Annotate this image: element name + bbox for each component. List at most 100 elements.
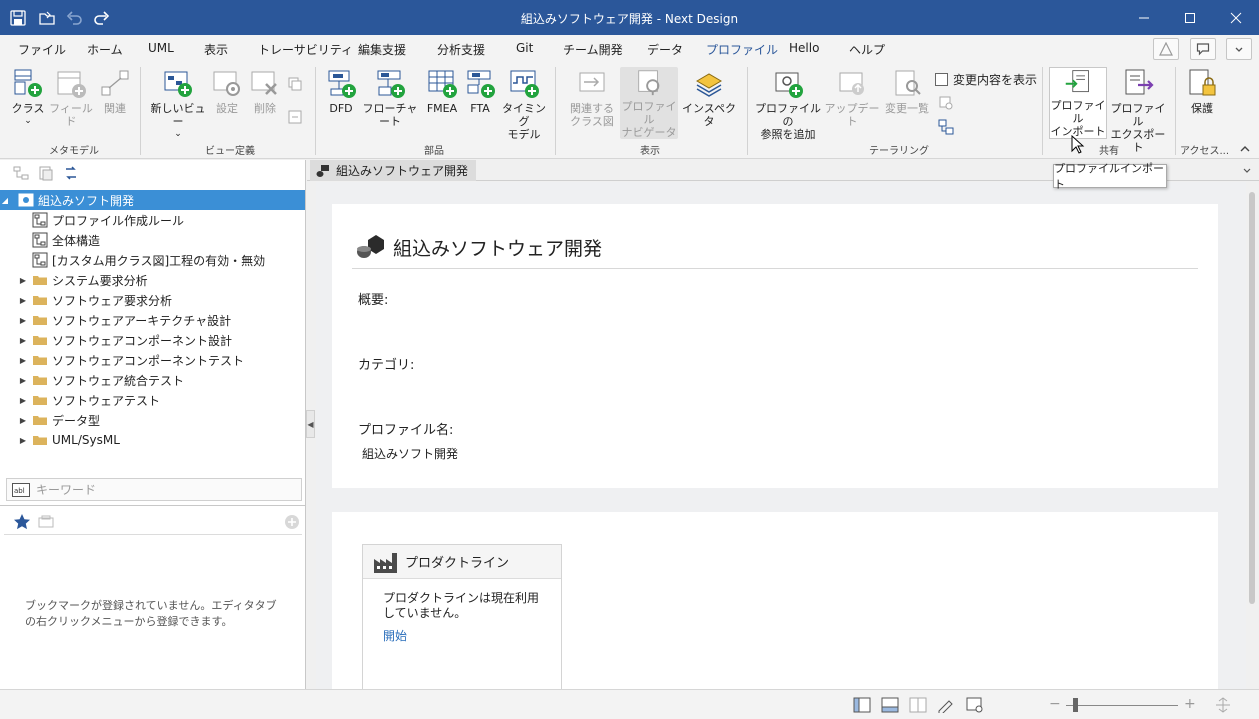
- view-copy-icon[interactable]: [287, 76, 303, 92]
- group-label-display: 表示: [640, 146, 660, 157]
- zoom-out-button[interactable]: −: [1049, 696, 1061, 712]
- hierarchy-view-icon[interactable]: [12, 164, 30, 182]
- expand-arrow-icon[interactable]: ▶: [18, 270, 28, 290]
- menu-analysis-support[interactable]: 分析支援: [437, 41, 485, 58]
- tree-folder-item[interactable]: ▶ ソフトウェア要求分析: [0, 290, 305, 310]
- zoom-slider-thumb[interactable]: [1073, 698, 1078, 712]
- keyword-search-input[interactable]: abl キーワード: [6, 478, 302, 501]
- new-view-button[interactable]: 新しいビュー ⌄: [146, 67, 210, 141]
- expand-arrow-icon[interactable]: ▶: [18, 370, 28, 390]
- redo-icon[interactable]: [93, 9, 111, 27]
- show-changes-checkbox[interactable]: 変更内容を表示: [935, 71, 1037, 88]
- tree-folder-item[interactable]: ▶ データ型: [0, 410, 305, 430]
- tree-folder-item[interactable]: ▶ ソフトウェアコンポーネントテスト: [0, 350, 305, 370]
- tree-folder-item[interactable]: ▶ UML/SysML: [0, 430, 305, 450]
- tree-folder-item[interactable]: ▶ ソフトウェアテスト: [0, 390, 305, 410]
- menu-team-dev[interactable]: チーム開発: [563, 41, 623, 58]
- scrollbar-thumb[interactable]: [1249, 192, 1255, 604]
- editor-scrollbar[interactable]: [1247, 182, 1259, 689]
- relation-button[interactable]: 関連: [96, 67, 134, 115]
- fta-icon: [467, 70, 495, 98]
- hierarchy-small-icon[interactable]: [938, 119, 954, 135]
- expand-arrow-icon[interactable]: ▶: [18, 290, 28, 310]
- star-icon[interactable]: [13, 513, 31, 531]
- view-settings-button[interactable]: 設定: [210, 67, 244, 115]
- tree-item[interactable]: プロファイル作成ルール: [0, 210, 305, 230]
- fta-button[interactable]: FTA: [463, 67, 497, 115]
- layout-left-icon[interactable]: [853, 697, 871, 713]
- add-bookmark-icon[interactable]: [284, 514, 300, 530]
- comment-button[interactable]: [1190, 38, 1216, 60]
- save-icon[interactable]: [9, 9, 27, 27]
- related-class-diagram-button[interactable]: 関連する クラス図: [564, 67, 620, 128]
- menu-hello[interactable]: Hello: [789, 41, 819, 55]
- class-button[interactable]: クラス ⌄: [8, 67, 48, 128]
- expand-arrow-icon[interactable]: ▶: [18, 330, 28, 350]
- profile-export-button[interactable]: プロファイル エクスポート: [1109, 67, 1167, 154]
- profile-import-button[interactable]: プロファイル インポート: [1049, 67, 1107, 139]
- fit-view-icon[interactable]: [1214, 697, 1232, 713]
- update-button[interactable]: アップデート: [824, 67, 880, 128]
- warning-button[interactable]: [1153, 38, 1179, 60]
- menu-view[interactable]: 表示: [204, 41, 228, 58]
- tree-folder-item[interactable]: ▶ ソフトウェア統合テスト: [0, 370, 305, 390]
- productline-start-link[interactable]: 開始: [383, 627, 407, 644]
- collapse-arrow-icon[interactable]: ◢: [0, 190, 10, 210]
- menu-traceability[interactable]: トレーサビリティ: [258, 41, 353, 58]
- editor-tab[interactable]: 組込みソフトウェア開発: [310, 160, 477, 181]
- edit-tools-icon[interactable]: [937, 697, 955, 713]
- undo-icon[interactable]: [65, 9, 83, 27]
- list-view-icon[interactable]: [37, 164, 55, 182]
- menu-file[interactable]: ファイル: [18, 41, 66, 58]
- tree-folder-item[interactable]: ▶ システム要求分析: [0, 270, 305, 290]
- collapse-ribbon-icon[interactable]: [1239, 143, 1251, 155]
- layout-bottom-icon[interactable]: [881, 697, 899, 713]
- tree-folder-item[interactable]: ▶ ソフトウェアアーキテクチャ設計: [0, 310, 305, 330]
- menu-help[interactable]: ヘルプ: [849, 41, 885, 58]
- add-profile-reference-button[interactable]: プロファイルの 参照を追加: [754, 67, 822, 141]
- menu-profile[interactable]: プロファイル: [703, 41, 781, 65]
- protect-button[interactable]: 保護: [1181, 67, 1223, 115]
- inspector-button[interactable]: インスペクタ: [680, 67, 738, 128]
- menu-home[interactable]: ホーム: [87, 41, 123, 58]
- view-delete-button[interactable]: 削除: [248, 67, 282, 115]
- zoom-slider-track[interactable]: [1066, 705, 1178, 706]
- sync-icon[interactable]: [62, 164, 80, 182]
- menu-edit-support[interactable]: 編集支援: [358, 41, 406, 58]
- close-button[interactable]: [1213, 0, 1259, 35]
- menu-uml[interactable]: UML: [148, 41, 174, 55]
- minimize-button[interactable]: [1121, 0, 1167, 35]
- field-button[interactable]: フィールド: [48, 67, 94, 128]
- ribbon-toggle-button[interactable]: [1226, 38, 1252, 60]
- flowchart-button[interactable]: フローチャート: [358, 67, 422, 128]
- expand-arrow-icon[interactable]: ▶: [18, 430, 28, 450]
- open-folder-icon[interactable]: [38, 9, 56, 27]
- checkbox[interactable]: [935, 73, 948, 86]
- dfd-button[interactable]: DFD: [324, 67, 358, 115]
- profile-navigator-button[interactable]: プロファイル ナビゲータ: [620, 67, 678, 139]
- tab-list-chevron-icon[interactable]: [1242, 166, 1252, 176]
- bookmark-folder-icon[interactable]: [38, 514, 54, 530]
- menu-git[interactable]: Git: [516, 41, 533, 55]
- settings-small-icon[interactable]: [938, 95, 954, 111]
- layout-split-icon[interactable]: [909, 697, 927, 713]
- menu-data[interactable]: データ: [647, 41, 683, 58]
- expand-arrow-icon[interactable]: ▶: [18, 390, 28, 410]
- maximize-button[interactable]: [1167, 0, 1213, 35]
- expand-arrow-icon[interactable]: ▶: [18, 410, 28, 430]
- zoom-in-button[interactable]: +: [1184, 696, 1196, 712]
- tree-item[interactable]: [カスタム用クラス図]工程の有効・無効: [0, 250, 305, 270]
- pane-collapse-handle[interactable]: ◀: [306, 410, 315, 438]
- expand-arrow-icon[interactable]: ▶: [18, 350, 28, 370]
- change-list-button[interactable]: 変更一覧: [882, 67, 932, 115]
- folder-icon: [33, 436, 47, 445]
- view-settings-icon[interactable]: [966, 697, 984, 713]
- fmea-button[interactable]: FMEA: [424, 67, 460, 115]
- divider: [4, 534, 302, 535]
- view-paste-icon[interactable]: [287, 109, 303, 125]
- tree-root-item[interactable]: ◢ 組込みソフト開発: [0, 190, 305, 210]
- timing-model-button[interactable]: タイミング モデル: [500, 67, 548, 141]
- tree-folder-item[interactable]: ▶ ソフトウェアコンポーネント設計: [0, 330, 305, 350]
- expand-arrow-icon[interactable]: ▶: [18, 310, 28, 330]
- tree-item[interactable]: 全体構造: [0, 230, 305, 250]
